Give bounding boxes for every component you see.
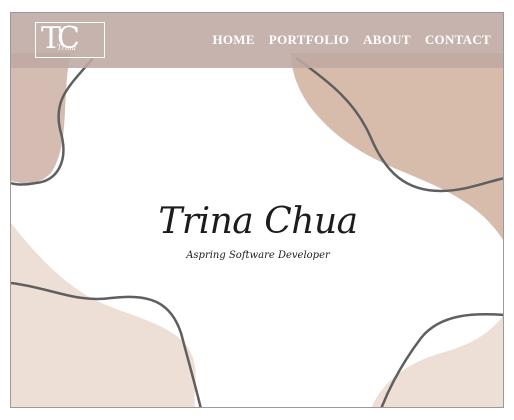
nav-links: HOME PORTFOLIO ABOUT CONTACT bbox=[212, 32, 491, 48]
nav-about-link[interactable]: ABOUT bbox=[363, 32, 411, 48]
brand-logo[interactable]: TC Trina bbox=[35, 21, 105, 58]
nav-portfolio-link[interactable]: PORTFOLIO bbox=[269, 32, 349, 48]
logo-subtext: Trina bbox=[57, 44, 76, 52]
hero-tagline: Aspring Software Developer bbox=[186, 250, 330, 261]
page-frame: TC Trina HOME PORTFOLIO ABOUT CONTACT Tr… bbox=[10, 12, 504, 408]
top-navbar: TC Trina HOME PORTFOLIO ABOUT CONTACT bbox=[11, 13, 503, 68]
hero-name: Trina Chua bbox=[158, 201, 358, 242]
nav-contact-link[interactable]: CONTACT bbox=[425, 32, 491, 48]
nav-home-link[interactable]: HOME bbox=[212, 32, 254, 48]
blob-bottom-right bbox=[371, 315, 503, 407]
